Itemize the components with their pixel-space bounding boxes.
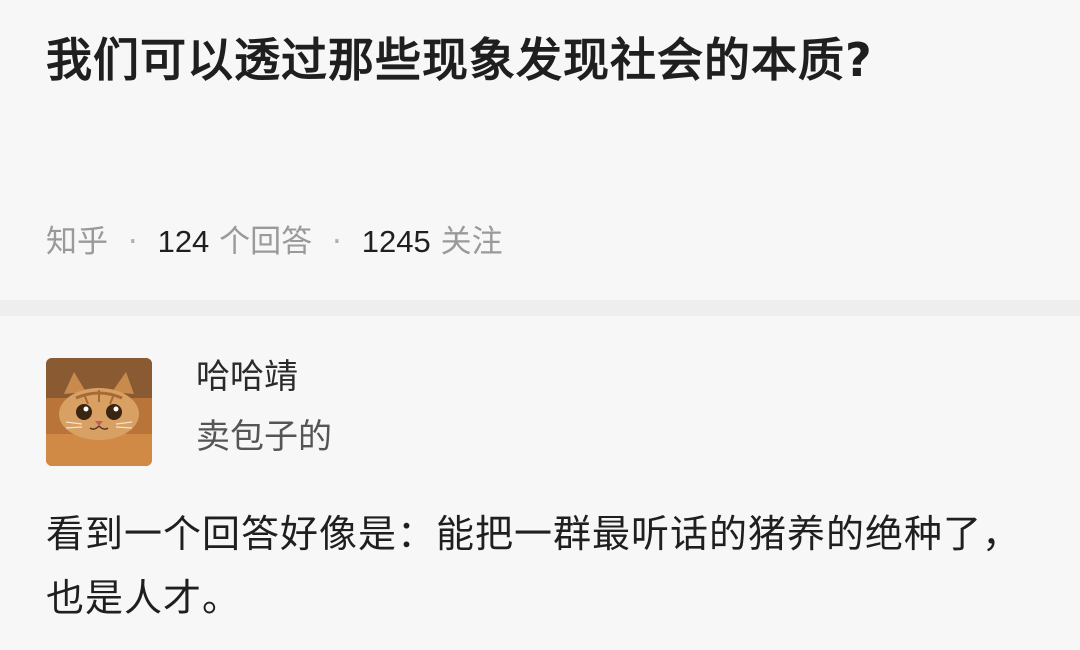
source-label: 知乎 (46, 224, 108, 260)
meta-separator: · (332, 224, 342, 260)
cat-avatar-icon[interactable] (46, 358, 152, 466)
answer-card: 哈哈靖 卖包子的 看到一个回答好像是：能把一群最听话的猪养的绝种了，也是人才。 (0, 316, 1080, 650)
answer-count: 124 (157, 224, 210, 259)
question-meta: 知乎 · 124 个回答 · 1245 关注 (46, 218, 503, 266)
follow-count: 1245 (361, 224, 431, 259)
card-divider (0, 300, 1080, 316)
meta-separator: · (127, 224, 138, 260)
follow-count-link[interactable]: 1245 关注 (362, 224, 503, 260)
answer-count-link[interactable]: 124 个回答 (158, 224, 313, 260)
author-name[interactable]: 哈哈靖 (196, 352, 298, 402)
follow-count-label: 关注 (440, 224, 503, 260)
answer-count-label: 个回答 (219, 224, 313, 260)
question-card: 我们可以透过那些现象发现社会的本质? 知乎 · 124 个回答 · 1245 关… (0, 0, 1080, 300)
question-title[interactable]: 我们可以透过那些现象发现社会的本质? (46, 18, 1006, 102)
answer-content[interactable]: 看到一个回答好像是：能把一群最听话的猪养的绝种了，也是人才。 (46, 502, 1036, 630)
author-bio: 卖包子的 (196, 417, 332, 457)
